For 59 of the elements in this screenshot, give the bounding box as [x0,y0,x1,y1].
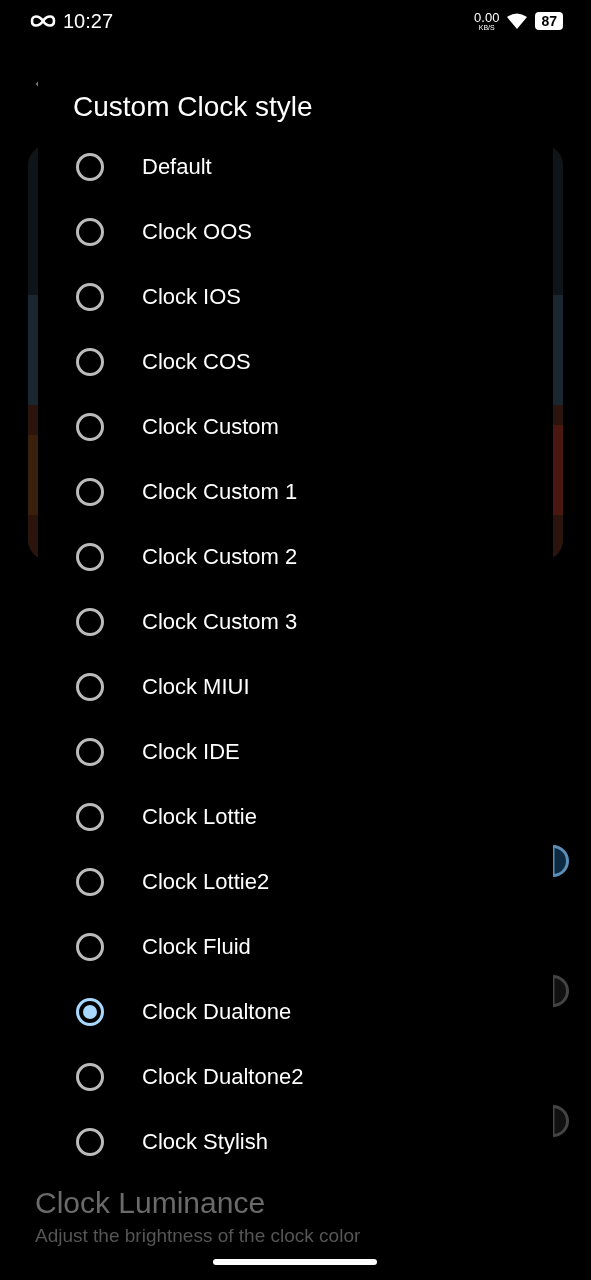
section-subtitle: Adjust the brightness of the clock color [35,1224,361,1248]
option-row[interactable]: Clock IOS [73,264,553,329]
option-label: Clock OOS [142,218,253,246]
toggle-thumb[interactable] [553,845,569,877]
option-label: Clock IOS [142,283,242,311]
option-label: Clock Custom [142,413,279,441]
section-title: Clock Luminance [35,1185,266,1221]
option-row[interactable]: Clock Custom [73,394,553,459]
option-row[interactable]: Clock OOS [73,199,553,264]
option-label: Clock Custom 3 [142,608,298,636]
option-label: Clock Stylish [142,1128,268,1156]
wifi-icon [507,13,528,29]
radio-button[interactable] [76,217,104,246]
option-row[interactable]: Clock Stylish [73,1109,553,1174]
option-label: Clock Custom 1 [142,478,298,506]
radio-button[interactable] [76,867,104,896]
option-label: Clock Dualtone2 [142,1063,304,1091]
battery-level: 87 [535,12,563,30]
option-label: Clock Dualtone [142,998,292,1026]
option-label: Clock COS [142,348,251,376]
infinity-icon [28,13,58,29]
clock-time: 10:27 [63,9,114,34]
option-label: Default [142,153,212,181]
option-label: Clock Lottie2 [142,868,270,896]
option-row[interactable]: Default [73,134,553,199]
radio-button[interactable] [76,997,104,1026]
option-label: Clock MIUI [142,673,250,701]
option-row[interactable]: Clock Dualtone2 [73,1044,553,1109]
option-row[interactable]: Clock Lottie2 [73,849,553,914]
dialog-title: Custom Clock style [73,90,314,124]
radio-button[interactable] [76,412,104,441]
option-row[interactable]: Clock Lottie [73,784,553,849]
radio-button[interactable] [76,347,104,376]
option-row[interactable]: Clock Custom 1 [73,459,553,524]
option-row[interactable]: Clock MIUI [73,654,553,719]
network-speed: 0.00 [474,11,500,24]
radio-button[interactable] [76,152,104,181]
radio-button[interactable] [76,802,104,831]
radio-button[interactable] [76,477,104,506]
option-row[interactable]: Clock Custom 2 [73,524,553,589]
option-row[interactable]: Clock COS [73,329,553,394]
option-row[interactable]: Clock Custom 3 [73,589,553,654]
toggle-thumb[interactable] [553,1105,569,1137]
option-row[interactable]: Clock Fluid [73,914,553,979]
radio-button[interactable] [76,1062,104,1091]
option-row[interactable]: Clock Dualtone [73,979,553,1044]
toggle-thumb[interactable] [553,975,569,1007]
radio-button[interactable] [76,282,104,311]
option-label: Clock Fluid [142,933,251,961]
option-label: Clock IDE [142,738,240,766]
radio-button[interactable] [76,607,104,636]
radio-button[interactable] [76,672,104,701]
radio-button[interactable] [76,932,104,961]
option-row[interactable]: Clock IDE [73,719,553,784]
radio-button[interactable] [76,737,104,766]
radio-button[interactable] [76,542,104,571]
option-label: Clock Lottie [142,803,257,831]
option-label: Clock Custom 2 [142,543,298,571]
radio-button[interactable] [76,1127,104,1156]
